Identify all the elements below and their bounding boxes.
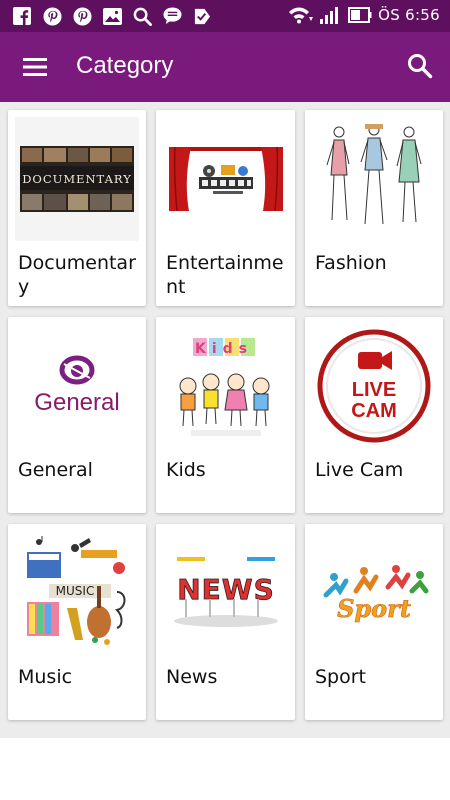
- category-card-general[interactable]: General General: [8, 317, 146, 513]
- category-card-music[interactable]: MUSIC Music: [8, 524, 146, 720]
- news-thumbnail: NEWS: [163, 531, 288, 655]
- category-card-sport[interactable]: Sport Sport: [305, 524, 443, 720]
- live-cam-thumbnail: LIVE CAM: [312, 324, 436, 448]
- category-card-fashion[interactable]: Fashion: [305, 110, 443, 306]
- message-icon: [162, 6, 182, 26]
- category-card-entertainment[interactable]: Entertainment: [156, 110, 295, 306]
- pinterest-icon: [42, 6, 62, 26]
- category-grid-area: DOCUMENTARY Documentary Entertainment Fa…: [0, 102, 450, 738]
- category-card-live-cam[interactable]: LIVE CAM Live Cam: [305, 317, 443, 513]
- pinterest-icon: [72, 6, 92, 26]
- category-card-documentary[interactable]: DOCUMENTARY Documentary: [8, 110, 146, 306]
- music-thumbnail-text: MUSIC: [56, 584, 95, 598]
- entertainment-thumbnail: [163, 117, 288, 241]
- kids-thumbnail: Kids: [163, 324, 288, 448]
- category-label: Documentary: [18, 252, 136, 298]
- news-thumbnail-text: NEWS: [177, 573, 275, 606]
- clock: ÖS 6:56: [378, 6, 440, 24]
- facebook-icon: [12, 6, 32, 26]
- search-icon: [132, 6, 152, 26]
- gallery-icon: [102, 6, 122, 26]
- fashion-thumbnail: [312, 117, 436, 241]
- notification-icons: [12, 6, 212, 26]
- category-card-news[interactable]: NEWS News: [156, 524, 295, 720]
- category-card-kids[interactable]: Kids Kids: [156, 317, 295, 513]
- documentary-thumbnail: DOCUMENTARY: [15, 117, 139, 241]
- category-label: Entertainment: [166, 252, 284, 298]
- category-label: Music: [18, 666, 73, 688]
- sport-thumbnail: Sport: [312, 531, 436, 655]
- bottom-blank-area: [0, 738, 450, 800]
- documentary-thumbnail-text: DOCUMENTARY: [22, 172, 132, 186]
- category-label: Fashion: [315, 252, 387, 274]
- task-icon: [192, 6, 212, 26]
- category-label: Sport: [315, 666, 367, 688]
- system-status: ÖS 6:56: [288, 5, 440, 25]
- kids-thumbnail-text: Kids: [194, 341, 252, 357]
- live-cam-text-line1: LIVE: [352, 379, 396, 401]
- sport-thumbnail-text: Sport: [337, 594, 411, 623]
- category-grid: DOCUMENTARY Documentary Entertainment Fa…: [8, 110, 444, 720]
- search-icon[interactable]: [406, 52, 434, 80]
- category-label: General: [18, 459, 93, 481]
- general-thumbnail-text: General: [34, 389, 119, 416]
- general-thumbnail: General: [15, 324, 139, 448]
- hamburger-menu-icon[interactable]: [20, 52, 50, 82]
- signal-icon: [320, 5, 342, 25]
- category-label: Kids: [166, 459, 206, 481]
- music-thumbnail: MUSIC: [15, 531, 139, 655]
- app-bar: Category: [0, 32, 450, 102]
- battery-icon: [348, 5, 372, 25]
- category-label: Live Cam: [315, 459, 404, 481]
- page-title: Category: [76, 52, 174, 79]
- category-label: News: [166, 666, 218, 688]
- live-cam-text-line2: CAM: [351, 400, 397, 422]
- wifi-icon: [288, 5, 314, 25]
- status-bar: ÖS 6:56: [0, 0, 450, 32]
